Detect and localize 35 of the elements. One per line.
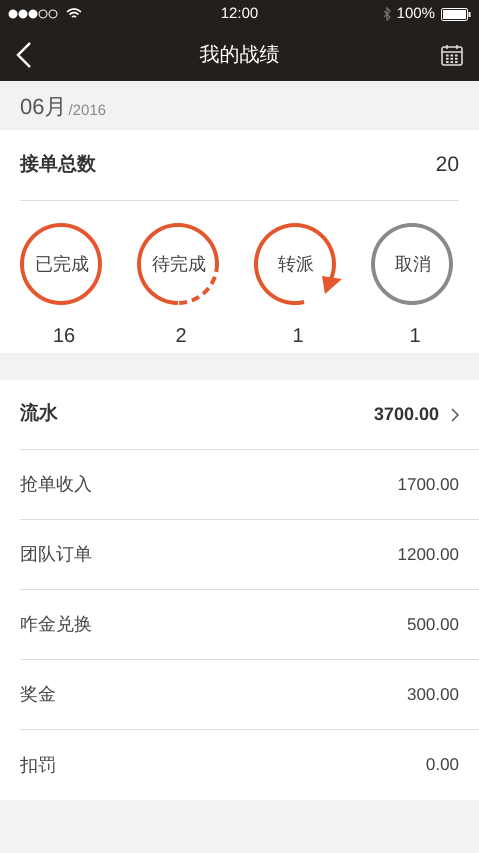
calendar-icon bbox=[441, 44, 463, 66]
status-label: 已完成 bbox=[35, 252, 90, 276]
wifi-icon bbox=[66, 8, 82, 20]
status-count: 2 bbox=[175, 324, 187, 349]
page-title: 我的战绩 bbox=[200, 42, 280, 68]
income-value: 3700.00 bbox=[374, 403, 439, 426]
status-count: 16 bbox=[52, 324, 76, 349]
status-label: 待完成 bbox=[152, 252, 207, 276]
month-label: 06月 bbox=[20, 96, 66, 118]
income-value: 500.00 bbox=[407, 614, 459, 636]
status-count: 1 bbox=[292, 324, 304, 349]
status-label: 取消 bbox=[395, 252, 432, 276]
income-label: 咋金兑换 bbox=[20, 613, 92, 636]
back-icon bbox=[16, 40, 32, 68]
signal-icon bbox=[8, 9, 58, 19]
income-label: 抢单收入 bbox=[20, 473, 92, 496]
status-count: 1 bbox=[409, 324, 421, 349]
income-label: 团队订单 bbox=[20, 543, 92, 566]
income-label: 流水 bbox=[20, 402, 58, 426]
income-label: 奖金 bbox=[20, 683, 56, 706]
income-value: 1200.00 bbox=[398, 544, 459, 566]
year-label: /2016 bbox=[68, 103, 106, 118]
summary-value: 20 bbox=[436, 152, 459, 178]
status-label: 转派 bbox=[278, 252, 315, 276]
income-value: 300.00 bbox=[407, 684, 459, 706]
battery-icon bbox=[440, 8, 471, 20]
chevron-icon[interactable] bbox=[451, 408, 459, 422]
bluetooth-icon bbox=[382, 7, 391, 21]
income-value: 0.00 bbox=[426, 754, 459, 776]
battery-percent: 100% bbox=[396, 4, 435, 24]
status-time: 12:00 bbox=[220, 4, 258, 24]
ring-icon bbox=[252, 221, 344, 307]
summary-label: 接单总数 bbox=[20, 152, 96, 177]
income-label: 扣罚 bbox=[20, 754, 56, 776]
income-value: 1700.00 bbox=[398, 474, 459, 496]
